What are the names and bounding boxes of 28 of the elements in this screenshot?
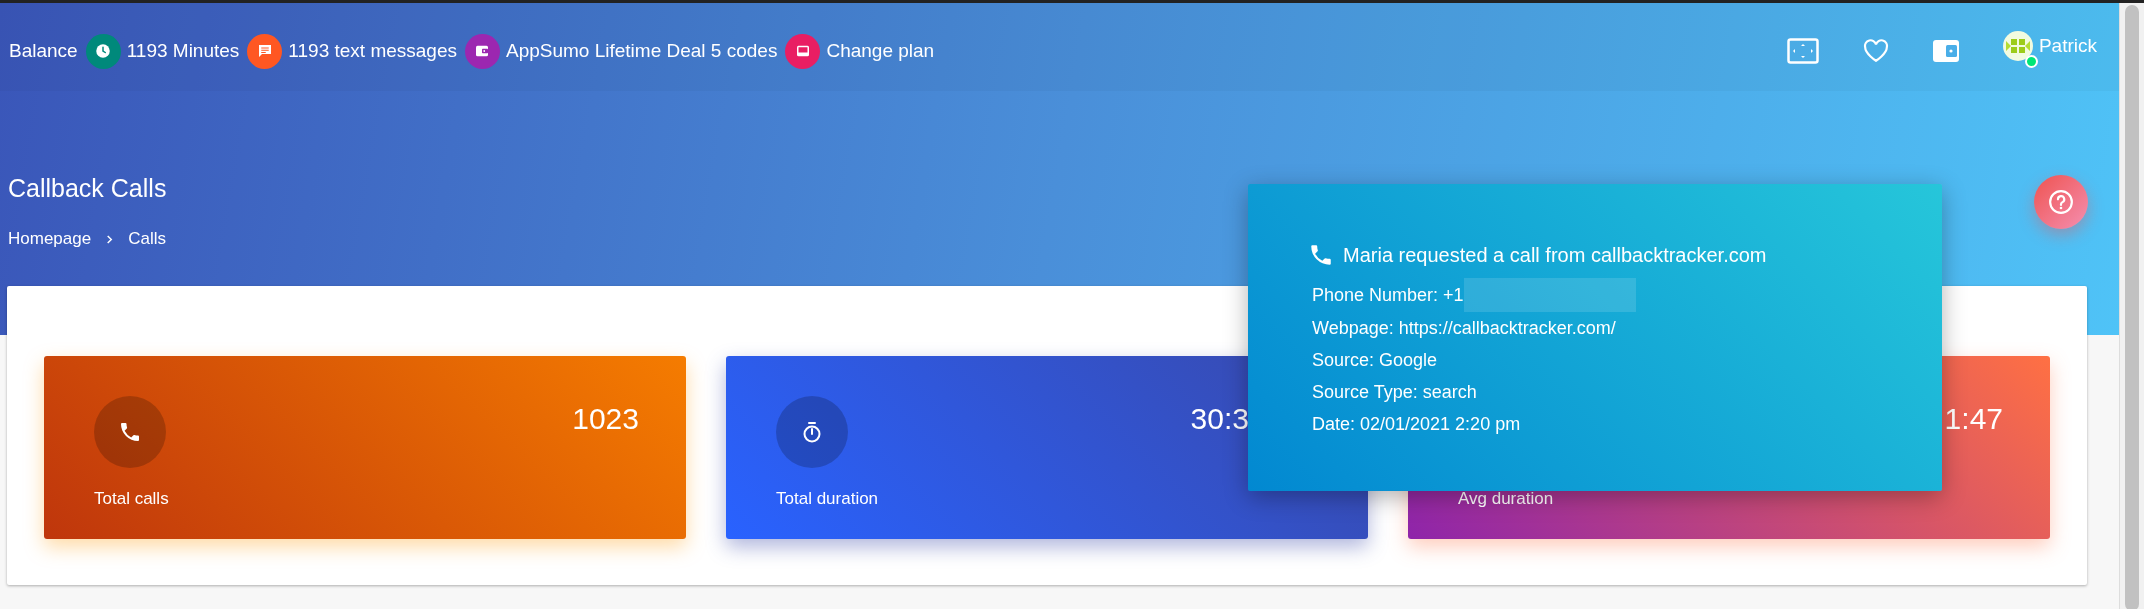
notification-detail: Source Type: search	[1312, 381, 1477, 404]
balance-text[interactable]: Change plan	[826, 40, 935, 62]
stat-label: Total duration	[776, 489, 880, 509]
page-title: Callback Calls	[8, 173, 167, 203]
stat-label: Avg duration	[1458, 489, 1555, 509]
stat-value: 1:47	[1944, 401, 2003, 437]
breadcrumb-link[interactable]: Homepage	[8, 228, 92, 250]
balance-text[interactable]: AppSumo Lifetime Deal 5 codes	[506, 40, 778, 62]
balance-text[interactable]: 1193 Minutes	[126, 40, 240, 62]
phone-icon	[1308, 242, 1334, 268]
notification-detail: Source: Google	[1312, 349, 1438, 372]
fullscreen-icon[interactable]	[1786, 38, 1819, 64]
stat-label: Total calls	[94, 489, 170, 509]
chevron-icon	[105, 233, 115, 245]
stat-value: 1023	[572, 401, 639, 437]
notification-detail: Webpage: https://callbacktracker.com/	[1312, 317, 1616, 340]
avatar[interactable]	[2002, 31, 2033, 61]
wallet-icon[interactable]	[1932, 39, 1959, 63]
balance-label: Balance	[9, 40, 78, 62]
notification-detail: Date: 02/01/2021 2:20 pm	[1312, 413, 1521, 436]
breadcrumb-link[interactable]: Calls	[128, 228, 166, 250]
scrollbar[interactable]	[2119, 3, 2144, 609]
help-icon	[2048, 189, 2074, 215]
stat-value: 30:3	[1190, 401, 1249, 437]
notification-title: Maria requested a call from callbacktracker.com	[1343, 243, 1767, 267]
balance-text[interactable]: 1193 text messages	[288, 40, 457, 62]
heart-icon[interactable]	[1862, 39, 1889, 63]
notification-detail: Phone Number: +1	[1312, 284, 1464, 307]
